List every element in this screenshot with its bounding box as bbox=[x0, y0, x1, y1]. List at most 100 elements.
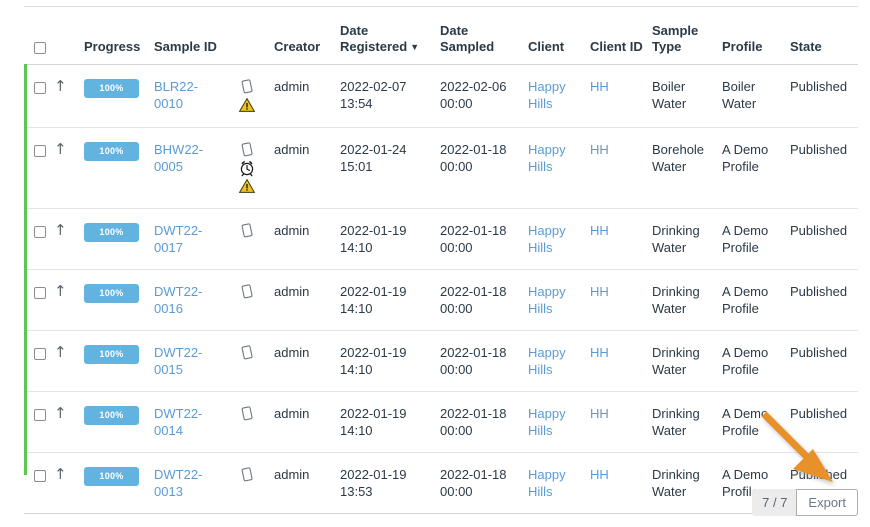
document-icon[interactable] bbox=[238, 405, 256, 423]
row-select-checkbox[interactable] bbox=[34, 287, 46, 299]
row-client-cell: Happy Hills bbox=[528, 392, 590, 453]
priority-up-arrow-icon: ↑ bbox=[54, 79, 67, 94]
priority-up-arrow-icon: ↑ bbox=[54, 223, 67, 238]
header-date-sampled[interactable]: Date Sampled bbox=[440, 7, 528, 65]
priority-up-arrow-icon: ↑ bbox=[54, 284, 67, 299]
row-date-sampled-cell: 2022-01-18 00:00 bbox=[440, 392, 528, 453]
row-select-checkbox[interactable] bbox=[34, 348, 46, 360]
row-date-sampled-cell: 2022-01-18 00:00 bbox=[440, 209, 528, 270]
export-button[interactable]: Export bbox=[796, 489, 858, 516]
row-icons-cell bbox=[232, 209, 274, 270]
client-link[interactable]: Happy Hills bbox=[528, 467, 566, 499]
client-link[interactable]: Happy Hills bbox=[528, 284, 566, 316]
document-icon[interactable] bbox=[238, 78, 256, 96]
client-link[interactable]: Happy Hills bbox=[528, 406, 566, 438]
priority-up-arrow-icon: ↑ bbox=[54, 406, 67, 421]
sample-flags bbox=[234, 222, 260, 240]
table-row[interactable]: ↑100%DWT22-0015admin2022-01-19 14:102022… bbox=[24, 331, 858, 392]
row-client-id-cell: HH bbox=[590, 209, 652, 270]
sample-flags bbox=[234, 344, 260, 362]
client-id-link[interactable]: HH bbox=[590, 406, 609, 421]
row-sample-id-cell: DWT22-0017 bbox=[154, 209, 232, 270]
client-id-link[interactable]: HH bbox=[590, 467, 609, 482]
warning-icon[interactable] bbox=[238, 96, 256, 114]
row-state-cell: Published bbox=[790, 128, 858, 209]
document-icon[interactable] bbox=[238, 283, 256, 301]
row-select-checkbox[interactable] bbox=[34, 145, 46, 157]
row-client-id-cell: HH bbox=[590, 270, 652, 331]
header-date-registered[interactable]: Date Registered▼ bbox=[340, 7, 440, 65]
select-all-checkbox[interactable] bbox=[34, 42, 46, 54]
table-row[interactable]: ↑100%DWT22-0014admin2022-01-19 14:102022… bbox=[24, 392, 858, 453]
table-row[interactable]: ↑100%DWT22-0013admin2022-01-19 13:532022… bbox=[24, 453, 858, 514]
row-icons-cell bbox=[232, 270, 274, 331]
row-select-checkbox[interactable] bbox=[34, 226, 46, 238]
row-date-sampled-cell: 2022-01-18 00:00 bbox=[440, 331, 528, 392]
document-icon[interactable] bbox=[238, 141, 256, 159]
sample-id-link[interactable]: DWT22-0013 bbox=[154, 467, 202, 499]
alarm-clock-icon[interactable] bbox=[238, 159, 256, 177]
sample-flags bbox=[234, 78, 260, 114]
row-client-cell: Happy Hills bbox=[528, 128, 590, 209]
header-client[interactable]: Client bbox=[528, 7, 590, 65]
client-id-link[interactable]: HH bbox=[590, 345, 609, 360]
row-client-id-cell: HH bbox=[590, 331, 652, 392]
row-creator-cell: admin bbox=[274, 453, 340, 514]
header-sample-type[interactable]: Sample Type bbox=[652, 7, 722, 65]
row-select-checkbox[interactable] bbox=[34, 409, 46, 421]
table-row[interactable]: ↑100%DWT22-0017admin2022-01-19 14:102022… bbox=[24, 209, 858, 270]
row-creator-cell: admin bbox=[274, 270, 340, 331]
client-link[interactable]: Happy Hills bbox=[528, 223, 566, 255]
row-date-registered-cell: 2022-01-19 13:53 bbox=[340, 453, 440, 514]
row-select-checkbox[interactable] bbox=[34, 470, 46, 482]
warning-icon[interactable] bbox=[238, 177, 256, 195]
document-icon[interactable] bbox=[238, 344, 256, 362]
document-icon[interactable] bbox=[238, 466, 256, 484]
row-select-cell bbox=[24, 209, 54, 270]
client-id-link[interactable]: HH bbox=[590, 223, 609, 238]
client-id-link[interactable]: HH bbox=[590, 142, 609, 157]
row-date-sampled-cell: 2022-02-06 00:00 bbox=[440, 65, 528, 128]
sample-id-link[interactable]: DWT22-0015 bbox=[154, 345, 202, 377]
sample-id-link[interactable]: DWT22-0016 bbox=[154, 284, 202, 316]
row-state-cell: Published bbox=[790, 65, 858, 128]
header-progress[interactable]: Progress bbox=[84, 7, 154, 65]
client-id-link[interactable]: HH bbox=[590, 284, 609, 299]
row-creator-cell: admin bbox=[274, 331, 340, 392]
table-row[interactable]: ↑100%BLR22-0010admin2022-02-07 13:542022… bbox=[24, 65, 858, 128]
row-client-id-cell: HH bbox=[590, 128, 652, 209]
row-sample-id-cell: DWT22-0015 bbox=[154, 331, 232, 392]
header-sample-id[interactable]: Sample ID bbox=[154, 7, 232, 65]
client-id-link[interactable]: HH bbox=[590, 79, 609, 94]
client-link[interactable]: Happy Hills bbox=[528, 345, 566, 377]
progress-badge: 100% bbox=[84, 223, 139, 242]
client-link[interactable]: Happy Hills bbox=[528, 79, 566, 111]
row-sample-id-cell: DWT22-0014 bbox=[154, 392, 232, 453]
table-row[interactable]: ↑100%DWT22-0016admin2022-01-19 14:102022… bbox=[24, 270, 858, 331]
row-priority-cell: ↑ bbox=[54, 453, 84, 514]
table-row[interactable]: ↑100%BHW22-0005admin2022-01-24 15:012022… bbox=[24, 128, 858, 209]
row-creator-cell: admin bbox=[274, 128, 340, 209]
table-footer: 7 / 7 Export bbox=[752, 489, 858, 516]
samples-table-container: Progress Sample ID Creator Date Register… bbox=[24, 6, 858, 514]
row-date-sampled-cell: 2022-01-18 00:00 bbox=[440, 270, 528, 331]
header-state[interactable]: State bbox=[790, 7, 858, 65]
sample-id-link[interactable]: DWT22-0014 bbox=[154, 406, 202, 438]
table-header-row: Progress Sample ID Creator Date Register… bbox=[24, 7, 858, 65]
row-sample-type-cell: Drinking Water bbox=[652, 453, 722, 514]
row-select-cell bbox=[24, 331, 54, 392]
row-state-cell: Published bbox=[790, 331, 858, 392]
sample-id-link[interactable]: BLR22-0010 bbox=[154, 79, 198, 111]
header-creator[interactable]: Creator bbox=[274, 7, 340, 65]
row-select-checkbox[interactable] bbox=[34, 82, 46, 94]
sample-id-link[interactable]: BHW22-0005 bbox=[154, 142, 203, 174]
progress-badge: 100% bbox=[84, 142, 139, 161]
header-profile[interactable]: Profile bbox=[722, 7, 790, 65]
header-client-id[interactable]: Client ID bbox=[590, 7, 652, 65]
sample-id-link[interactable]: DWT22-0017 bbox=[154, 223, 202, 255]
document-icon[interactable] bbox=[238, 222, 256, 240]
client-link[interactable]: Happy Hills bbox=[528, 142, 566, 174]
row-creator-cell: admin bbox=[274, 392, 340, 453]
sample-flags bbox=[234, 141, 260, 195]
row-date-registered-cell: 2022-01-19 14:10 bbox=[340, 331, 440, 392]
